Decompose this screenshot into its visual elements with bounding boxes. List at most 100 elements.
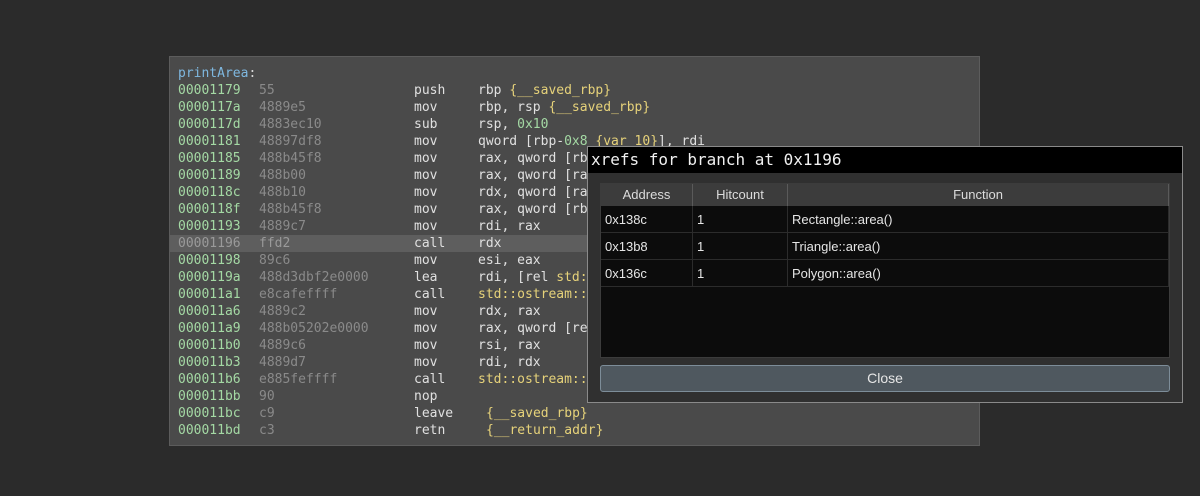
instruction-address[interactable]: 000011a9 bbox=[178, 320, 241, 337]
instruction-address[interactable]: 0000118c bbox=[178, 184, 241, 201]
operand-token: rax, qword [rax] bbox=[478, 168, 604, 183]
operand-token: rdx, rax bbox=[478, 304, 541, 319]
close-button[interactable]: Close bbox=[600, 365, 1170, 392]
operand-token: esi, eax bbox=[478, 253, 541, 268]
instruction-bytes: 488b45f8 bbox=[259, 202, 322, 217]
instruction-address[interactable]: 00001193 bbox=[178, 218, 241, 235]
instruction-mnemonic: mov bbox=[414, 253, 438, 268]
instruction-mnemonic: mov bbox=[414, 168, 438, 183]
instruction-mnemonic: mov bbox=[414, 185, 438, 200]
immediate-token[interactable]: 0x8 bbox=[564, 134, 587, 149]
dialog-title: xrefs for branch at 0x1196 bbox=[588, 147, 1182, 173]
instruction-mnemonic: leave bbox=[414, 406, 454, 421]
cell-function: Polygon::area() bbox=[788, 260, 1169, 287]
instruction-operands: {__saved_rbp} bbox=[486, 405, 588, 422]
immediate-token[interactable]: 0x10 bbox=[517, 117, 548, 132]
instruction-address[interactable]: 000011b6 bbox=[178, 371, 241, 388]
column-header-function[interactable]: Function bbox=[788, 184, 1169, 206]
instruction-address[interactable]: 00001185 bbox=[178, 150, 241, 167]
instruction-row[interactable]: 0000117a 4889e5 mov rbp, rsp {__saved_rbp} bbox=[170, 99, 979, 116]
instruction-mnemonic: call bbox=[414, 287, 446, 302]
instruction-mnemonic: nop bbox=[414, 389, 438, 404]
instruction-mnemonic: call bbox=[414, 372, 446, 387]
instruction-bytes: 48897df8 bbox=[259, 134, 322, 149]
instruction-address[interactable]: 0000119a bbox=[178, 269, 241, 286]
operand-token: rbp, rsp bbox=[478, 100, 549, 115]
instruction-operands: rbp, rsp {__saved_rbp} bbox=[478, 99, 650, 116]
instruction-bytes: ffd2 bbox=[259, 236, 291, 251]
instruction-address[interactable]: 0000117a bbox=[178, 99, 241, 116]
operand-token: rax, qword [rbp- bbox=[478, 202, 604, 217]
operand-token: rdx bbox=[478, 236, 502, 251]
instruction-address[interactable]: 000011bb bbox=[178, 388, 241, 405]
instruction-operands: rdx bbox=[478, 235, 501, 252]
instruction-bytes: c3 bbox=[259, 423, 275, 438]
instruction-mnemonic: mov bbox=[414, 304, 438, 319]
instruction-bytes: 4889e5 bbox=[259, 100, 306, 115]
operand-token: rdi, rdx bbox=[478, 355, 541, 370]
instruction-address[interactable]: 00001179 bbox=[178, 82, 241, 99]
instruction-row[interactable]: 0000117d 4883ec10 sub rsp, 0x10 bbox=[170, 116, 979, 133]
operand-token: qword [rbp- bbox=[478, 134, 565, 149]
instruction-bytes: 4889c2 bbox=[259, 304, 306, 319]
instruction-address[interactable]: 000011b3 bbox=[178, 354, 241, 371]
variable-token[interactable]: {__saved_rbp} bbox=[548, 100, 650, 115]
instruction-mnemonic: sub bbox=[414, 117, 438, 132]
cell-hitcount: 1 bbox=[693, 233, 788, 260]
function-label[interactable]: printArea: bbox=[178, 65, 256, 82]
operand-token: rdi, [rel bbox=[478, 270, 557, 285]
instruction-address[interactable]: 00001181 bbox=[178, 133, 241, 150]
operand-token: rsp, bbox=[478, 117, 518, 132]
table-row[interactable]: 0x13b8 1 Triangle::area() bbox=[601, 233, 1169, 260]
operand-token: rdi, rax bbox=[478, 219, 541, 234]
instruction-mnemonic: mov bbox=[414, 202, 438, 217]
instruction-bytes: 488b10 bbox=[259, 185, 306, 200]
instruction-address[interactable]: 000011b0 bbox=[178, 337, 241, 354]
instruction-operands: rsp, 0x10 bbox=[478, 116, 548, 133]
instruction-address[interactable]: 0000118f bbox=[178, 201, 241, 218]
operand-token: rdx, qword [rax] bbox=[478, 185, 604, 200]
operand-token: rax, qword [rel bbox=[478, 321, 604, 336]
instruction-operands: rdi, rdx bbox=[478, 354, 541, 371]
xrefs-table: Address Hitcount Function 0x138c 1 Recta… bbox=[600, 183, 1170, 358]
instruction-address[interactable]: 0000117d bbox=[178, 116, 241, 133]
operand-token: rax, qword [rbp- bbox=[478, 151, 604, 166]
variable-token[interactable]: {__saved_rbp} bbox=[509, 83, 611, 98]
instruction-bytes: 488b45f8 bbox=[259, 151, 322, 166]
instruction-mnemonic: mov bbox=[414, 134, 438, 149]
column-header-address[interactable]: Address bbox=[601, 184, 693, 206]
instruction-bytes: c9 bbox=[259, 406, 275, 421]
instruction-row[interactable]: 000011bd c3 retn {__return_addr} bbox=[170, 422, 979, 439]
cell-address: 0x138c bbox=[601, 206, 693, 233]
instruction-bytes: 89c6 bbox=[259, 253, 291, 268]
instruction-row[interactable]: 000011bc c9 leave {__saved_rbp} bbox=[170, 405, 979, 422]
cell-address: 0x13b8 bbox=[601, 233, 693, 260]
instruction-operands: rdx, qword [rax] bbox=[478, 184, 603, 201]
variable-token[interactable]: {__saved_rbp} bbox=[486, 406, 588, 421]
instruction-bytes: 488d3dbf2e0000 bbox=[259, 270, 369, 285]
instruction-address[interactable]: 000011bd bbox=[178, 422, 241, 439]
table-row[interactable]: 0x136c 1 Polygon::area() bbox=[601, 260, 1169, 287]
table-row[interactable]: 0x138c 1 Rectangle::area() bbox=[601, 206, 1169, 233]
variable-token[interactable]: {__return_addr} bbox=[486, 423, 603, 438]
cell-hitcount: 1 bbox=[693, 260, 788, 287]
column-header-hitcount[interactable]: Hitcount bbox=[693, 184, 788, 206]
instruction-mnemonic: lea bbox=[414, 270, 438, 285]
cell-function: Triangle::area() bbox=[788, 233, 1169, 260]
instruction-operands: rdx, rax bbox=[478, 303, 541, 320]
instruction-address[interactable]: 000011bc bbox=[178, 405, 241, 422]
xrefs-dialog: xrefs for branch at 0x1196 Address Hitco… bbox=[587, 146, 1183, 403]
instruction-mnemonic: mov bbox=[414, 100, 438, 115]
instruction-address[interactable]: 000011a1 bbox=[178, 286, 241, 303]
function-name[interactable]: printArea bbox=[178, 66, 248, 81]
instruction-bytes: e8cafeffff bbox=[259, 287, 338, 302]
instruction-mnemonic: call bbox=[414, 236, 446, 251]
instruction-address[interactable]: 00001189 bbox=[178, 167, 241, 184]
instruction-mnemonic: mov bbox=[414, 355, 438, 370]
cell-function: Rectangle::area() bbox=[788, 206, 1169, 233]
operand-token: rsi, rax bbox=[478, 338, 541, 353]
instruction-address[interactable]: 00001196 bbox=[178, 235, 241, 252]
instruction-address[interactable]: 000011a6 bbox=[178, 303, 241, 320]
instruction-row[interactable]: 00001179 55 push rbp {__saved_rbp} bbox=[170, 82, 979, 99]
instruction-address[interactable]: 00001198 bbox=[178, 252, 241, 269]
